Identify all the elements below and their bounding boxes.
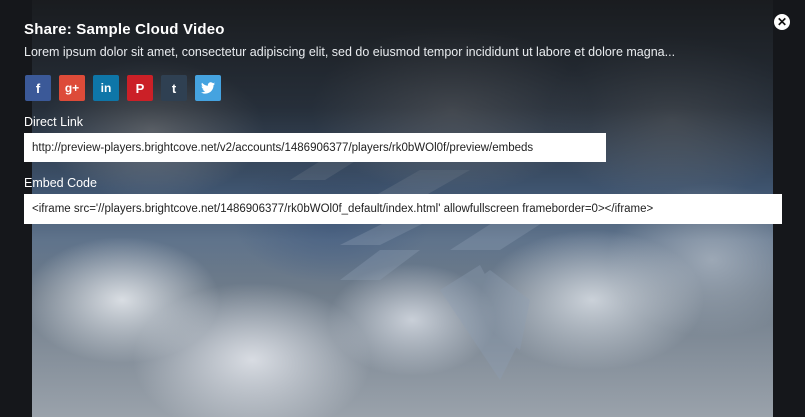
twitter-share-button[interactable] xyxy=(195,75,221,101)
share-overlay: Share: Sample Cloud Video Lorem ipsum do… xyxy=(0,0,805,417)
tumblr-share-button[interactable]: t xyxy=(161,75,187,101)
google-plus-share-button[interactable]: g+ xyxy=(59,75,85,101)
pinterest-icon: P xyxy=(135,80,145,96)
pinterest-share-button[interactable]: P xyxy=(127,75,153,101)
linkedin-share-button[interactable]: in xyxy=(93,75,119,101)
share-title: Share: Sample Cloud Video xyxy=(24,21,225,38)
close-button[interactable]: ✕ xyxy=(774,14,790,30)
facebook-share-button[interactable]: f xyxy=(25,75,51,101)
close-icon: ✕ xyxy=(776,15,788,29)
direct-link-field[interactable]: http://preview-players.brightcove.net/v2… xyxy=(24,133,606,162)
linkedin-icon: in xyxy=(100,81,112,95)
google-plus-icon: g+ xyxy=(64,81,80,95)
facebook-icon: f xyxy=(35,80,41,96)
embed-code-label: Embed Code xyxy=(24,176,97,190)
social-share-buttons: f g+ in P t xyxy=(25,75,221,101)
embed-code-field[interactable]: <iframe src='//players.brightcove.net/14… xyxy=(24,194,782,224)
twitter-icon xyxy=(201,82,215,94)
tumblr-icon: t xyxy=(171,80,177,96)
share-description: Lorem ipsum dolor sit amet, consectetur … xyxy=(24,45,676,59)
direct-link-label: Direct Link xyxy=(24,115,84,129)
